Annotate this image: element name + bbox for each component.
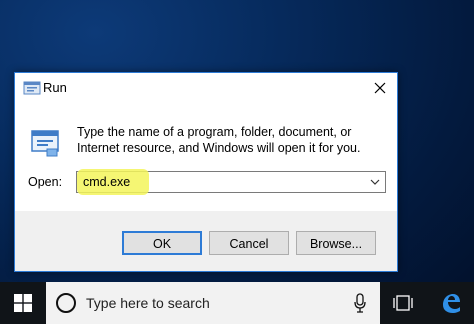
- search-placeholder[interactable]: Type here to search: [86, 295, 210, 311]
- ok-button[interactable]: OK: [122, 231, 202, 255]
- dialog-description: Type the name of a program, folder, docu…: [77, 125, 361, 155]
- open-label: Open:: [28, 175, 63, 189]
- task-view-icon[interactable]: [392, 294, 414, 312]
- close-icon: [374, 82, 386, 94]
- chevron-down-icon: [370, 179, 380, 185]
- browse-button[interactable]: Browse...: [296, 231, 376, 255]
- dropdown-button[interactable]: [365, 172, 385, 192]
- cancel-button[interactable]: Cancel: [209, 231, 289, 255]
- search-icon: [56, 293, 76, 313]
- run-program-icon: [31, 130, 59, 157]
- taskbar-search[interactable]: Type here to search: [46, 282, 380, 324]
- open-combobox[interactable]: cmd.exe: [76, 169, 386, 195]
- run-dialog: Run Type the name of a program, folder, …: [14, 72, 398, 272]
- edge-icon[interactable]: [440, 292, 462, 314]
- taskbar: Type here to search: [0, 282, 474, 324]
- windows-start-icon: [14, 294, 32, 312]
- dialog-title: Run: [43, 80, 67, 95]
- dialog-footer: OK Cancel Browse...: [15, 211, 397, 271]
- close-button[interactable]: [363, 73, 397, 103]
- start-button[interactable]: [0, 282, 46, 324]
- run-icon: [23, 81, 41, 95]
- title-bar: Run: [15, 73, 397, 103]
- microphone-icon[interactable]: [354, 293, 366, 313]
- open-input[interactable]: cmd.exe: [83, 175, 130, 189]
